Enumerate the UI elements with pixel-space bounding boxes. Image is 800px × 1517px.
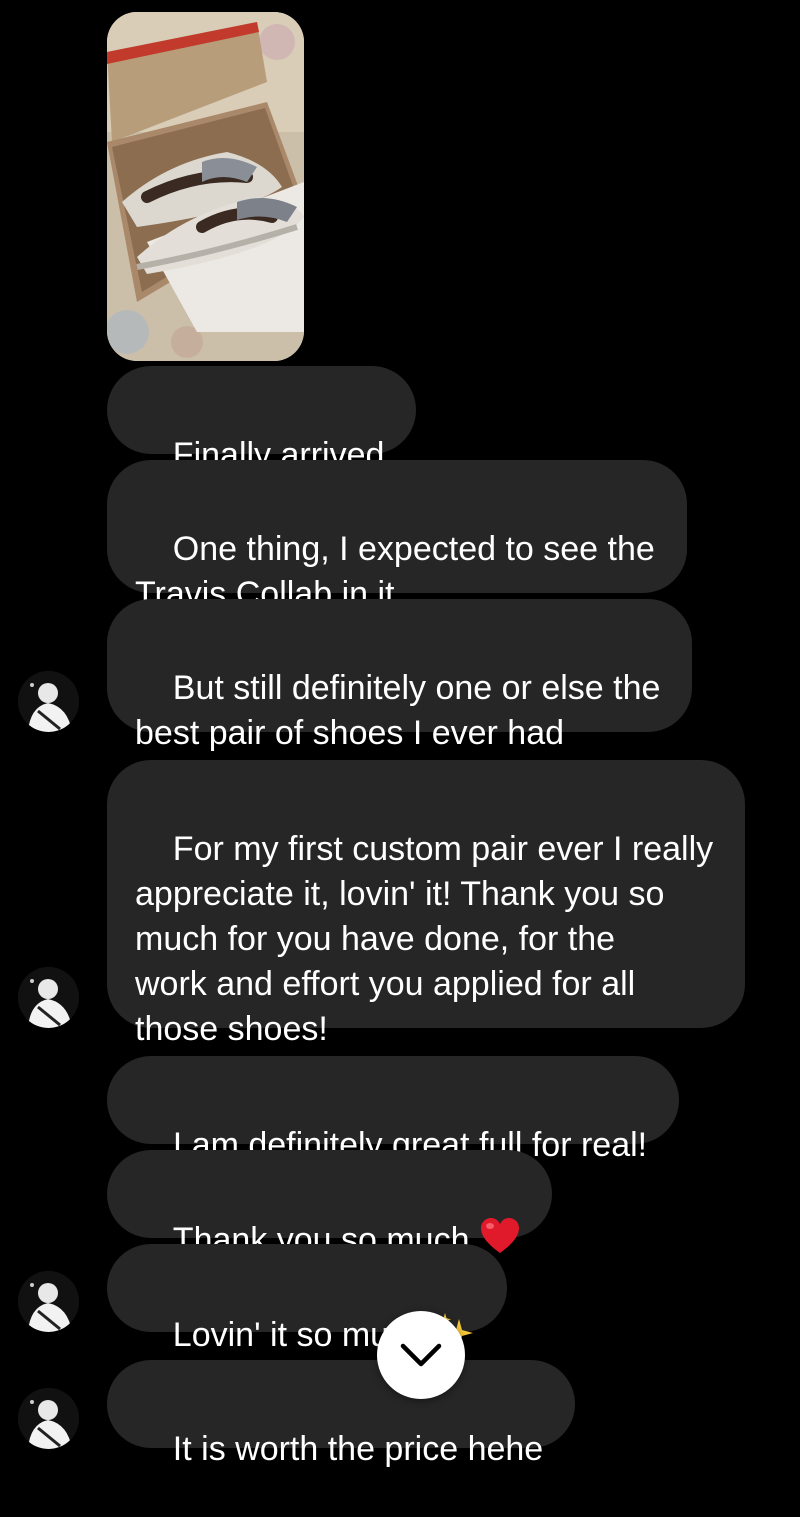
sender-avatar[interactable] xyxy=(18,967,79,1028)
message-bubble[interactable]: It is worth the price hehe xyxy=(107,1360,576,1468)
avatar-photo xyxy=(18,671,79,732)
avatar-photo xyxy=(18,967,79,1028)
message-text: For my first custom pair ever I really a… xyxy=(135,830,714,1048)
sender-avatar[interactable] xyxy=(18,1388,79,1449)
avatar-photo xyxy=(18,1271,79,1332)
message-bubble[interactable]: Thank you so much xyxy=(107,1150,552,1259)
message-bubble[interactable]: Finally arrived xyxy=(107,366,417,474)
message-bubble[interactable]: For my first custom pair ever I really a… xyxy=(107,760,746,1048)
message-text: It is worth the price hehe xyxy=(172,1430,544,1468)
message-bubble[interactable]: But still definitely one or else the bes… xyxy=(107,599,693,752)
scroll-to-bottom-button[interactable] xyxy=(377,1311,465,1399)
message-text: But still definitely one or else the bes… xyxy=(135,669,661,752)
sender-avatar[interactable] xyxy=(18,671,79,732)
shared-photo-sneakers[interactable] xyxy=(107,12,304,361)
message-bubble[interactable]: I am definitely great full for real! xyxy=(107,1056,680,1164)
avatar-photo xyxy=(18,1388,79,1449)
chat-thread: Finally arrived One thing, I expected to… xyxy=(0,0,800,1468)
sneaker-box-image xyxy=(107,12,304,361)
sender-avatar[interactable] xyxy=(18,1271,79,1332)
message-bubble[interactable]: One thing, I expected to see the Travis … xyxy=(107,460,687,613)
chevron-down-icon xyxy=(400,1343,442,1367)
